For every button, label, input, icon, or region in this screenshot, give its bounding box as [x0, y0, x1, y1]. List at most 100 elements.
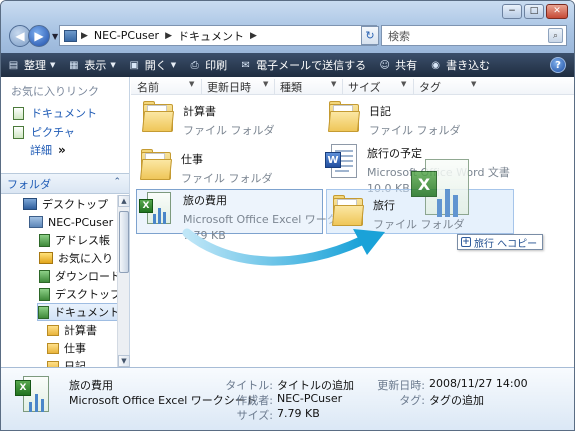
- breadcrumb-separator[interactable]: ▶: [250, 31, 257, 41]
- tree-item-shigoto[interactable]: 仕事: [47, 339, 86, 357]
- email-button[interactable]: ✉ 電子メールで送信する: [233, 53, 372, 77]
- chevron-down-icon: ▼: [50, 61, 56, 69]
- details-tag-label: タグ:: [399, 394, 425, 407]
- details-modified-label: 更新日時:: [377, 379, 425, 392]
- burn-button[interactable]: ◉ 書き込む: [423, 53, 496, 77]
- file-item-keisansho[interactable]: 計算書 ファイル フォルダ: [141, 100, 275, 138]
- column-dropdown-icon[interactable]: ▼: [263, 80, 268, 88]
- views-button[interactable]: ▦ 表示 ▼: [61, 53, 121, 77]
- details-title-value[interactable]: タイトルの追加: [277, 377, 354, 393]
- tree-item-nikki[interactable]: 日記: [47, 357, 86, 367]
- column-headers: 名前 更新日時 種類 サイズ タグ ▼ ▼ ▼ ▼ ▼: [131, 77, 574, 95]
- address-bar[interactable]: ▶ NEC-PCuser ▶ ドキュメント ▶ ▼: [59, 25, 377, 46]
- column-header-tags[interactable]: タグ: [413, 79, 441, 95]
- help-button[interactable]: ?: [550, 57, 566, 73]
- favorite-link-pictures[interactable]: ピクチャ: [13, 124, 75, 140]
- double-chevron-icon: »: [58, 143, 66, 157]
- tree-item-keisansho[interactable]: 計算書: [47, 321, 97, 339]
- file-item-ryoko-hiyo[interactable]: X 旅の費用 Microsoft Office Excel ワーク... 7.79 …: [137, 192, 348, 242]
- column-header-modified[interactable]: 更新日時: [201, 79, 251, 95]
- user-folder-icon: [29, 216, 43, 228]
- forward-button[interactable]: ▶: [28, 25, 50, 47]
- tree-item-user[interactable]: NEC-PCuser: [29, 213, 113, 231]
- details-pane: X 旅の費用 Microsoft Office Excel ワークシート タイト…: [1, 367, 574, 430]
- print-button[interactable]: ⎙ 印刷: [182, 53, 233, 77]
- maximize-button[interactable]: □: [524, 4, 544, 19]
- file-list: 名前 更新日時 種類 サイズ タグ ▼ ▼ ▼ ▼ ▼ 計算書 ファイル フォルダ…: [131, 77, 574, 367]
- desktop-folder-icon: [39, 287, 50, 301]
- caption-buttons: − □ ✕: [502, 4, 568, 19]
- file-item-shigoto[interactable]: 仕事 ファイル フォルダ: [139, 148, 273, 186]
- folder-icon: [47, 324, 59, 336]
- command-bar: ▤ 整理 ▼ ▦ 表示 ▼ ▣ 開く ▼ ⎙ 印刷 ✉ 電子メールで送信する ☺ 共有 ◉ 書き込む…: [1, 53, 574, 77]
- column-dropdown-icon[interactable]: ▼: [189, 80, 194, 88]
- print-icon: ⎙: [190, 59, 199, 71]
- navigation-pane: お気に入りリンク ドキュメント ピクチャ 詳細» フォルダ ⌃ デスクトップ NE…: [1, 77, 130, 367]
- search-placeholder: 検索: [388, 29, 410, 43]
- nav-buttons: ◀ ▶ ▼: [9, 25, 58, 47]
- burn-icon: ◉: [431, 59, 441, 71]
- details-author-value[interactable]: NEC-PCuser: [277, 392, 342, 405]
- scroll-up-arrow-icon[interactable]: ▲: [118, 195, 130, 207]
- open-button[interactable]: ▣ 開く ▼: [122, 53, 182, 77]
- details-size-value: 7.79 KB: [277, 407, 320, 420]
- file-item-nikki[interactable]: 日記 ファイル フォルダ: [327, 100, 461, 138]
- favorite-link-documents[interactable]: ドキュメント: [13, 105, 97, 121]
- chevron-down-icon: ▼: [170, 61, 177, 69]
- tree-scrollbar[interactable]: ▲ ▼: [117, 195, 130, 367]
- breadcrumb-separator[interactable]: ▶: [81, 31, 88, 41]
- pictures-icon: [13, 125, 24, 139]
- chevron-down-icon: ▼: [110, 61, 116, 69]
- column-header-type[interactable]: 種類: [274, 79, 302, 95]
- recent-pages-dropdown[interactable]: ▼: [52, 32, 58, 41]
- details-title-label: タイトル:: [225, 379, 273, 392]
- chevron-up-icon: ⌃: [113, 177, 121, 187]
- email-icon: ✉: [241, 59, 250, 71]
- more-links-button[interactable]: 詳細»: [30, 142, 66, 158]
- views-icon: ▦: [69, 59, 79, 71]
- organize-button[interactable]: ▤ 整理 ▼: [1, 53, 61, 77]
- address-folder-icon: [64, 29, 77, 42]
- search-input[interactable]: 検索 ⌕: [381, 25, 567, 46]
- downloads-icon: [39, 269, 50, 283]
- plus-icon: +: [461, 237, 471, 247]
- column-dropdown-icon[interactable]: ▼: [401, 80, 406, 88]
- details-modified-value[interactable]: 2008/11/27 14:00: [429, 377, 528, 390]
- tree-item-contacts[interactable]: アドレス帳: [39, 231, 110, 249]
- column-dropdown-icon[interactable]: ▼: [471, 80, 476, 88]
- scrollbar-thumb[interactable]: [119, 211, 129, 273]
- tree-item-desktop-folder[interactable]: デスクトップ: [39, 285, 117, 303]
- back-arrow-icon: ◀: [15, 29, 25, 43]
- forward-arrow-icon: ▶: [34, 29, 44, 43]
- minimize-button[interactable]: −: [502, 4, 522, 19]
- close-button[interactable]: ✕: [546, 4, 568, 19]
- explorer-window: − □ ✕ ◀ ▶ ▼ ▶ NEC-PCuser ▶ ドキュメント ▶ ▼ ↻ …: [0, 0, 575, 431]
- column-header-name[interactable]: 名前: [137, 79, 159, 95]
- drag-copy-tooltip: + 旅行 へコピー: [457, 234, 544, 250]
- word-badge-icon: W: [325, 152, 341, 168]
- folder-icon: [47, 342, 59, 354]
- column-header-size[interactable]: サイズ: [342, 79, 381, 95]
- tree-item-documents[interactable]: ドキュメント: [37, 303, 117, 321]
- title-address-area: − □ ✕ ◀ ▶ ▼ ▶ NEC-PCuser ▶ ドキュメント ▶ ▼ ↻ …: [1, 1, 574, 53]
- folder-icon: [141, 100, 175, 134]
- share-button[interactable]: ☺ 共有: [372, 53, 423, 77]
- details-file-name: 旅の費用: [69, 379, 113, 392]
- tree-item-downloads[interactable]: ダウンロード: [39, 267, 117, 285]
- column-dropdown-icon[interactable]: ▼: [331, 80, 336, 88]
- tree-item-desktop[interactable]: デスクトップ: [23, 195, 108, 213]
- details-tag-value[interactable]: タグの追加: [429, 392, 484, 408]
- details-size-label: サイズ:: [236, 409, 273, 422]
- organize-icon: ▤: [8, 59, 19, 71]
- folders-header[interactable]: フォルダ ⌃: [1, 173, 129, 194]
- breadcrumb-documents[interactable]: ドキュメント: [178, 28, 244, 44]
- tree-item-favorites[interactable]: お気に入り: [39, 249, 113, 267]
- excel-worksheet-icon: X: [137, 192, 175, 228]
- breadcrumb-separator[interactable]: ▶: [165, 31, 172, 41]
- search-icon[interactable]: ⌕: [548, 28, 563, 43]
- scroll-down-arrow-icon[interactable]: ▼: [118, 355, 130, 367]
- refresh-icon: ↻: [365, 29, 375, 42]
- breadcrumb-user[interactable]: NEC-PCuser: [94, 29, 159, 42]
- refresh-button[interactable]: ↻: [361, 26, 379, 45]
- folder-icon: [139, 148, 173, 182]
